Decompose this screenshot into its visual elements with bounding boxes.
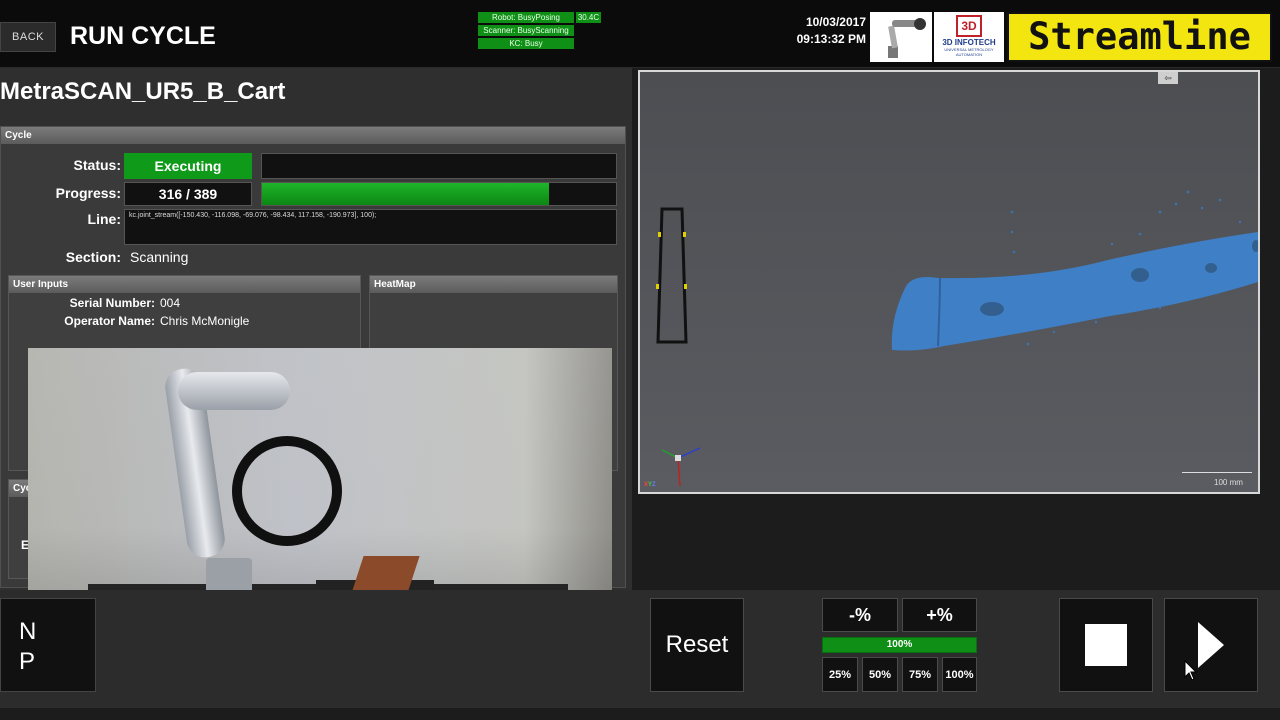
point-cloud-svg xyxy=(656,190,1258,487)
temperature-badge: 30.4C xyxy=(576,12,601,23)
date-text: 10/03/2017 xyxy=(805,15,866,29)
status-label: Status: xyxy=(73,157,121,173)
scan-viewer-frame: ⇦ XYZ 100 mm xyxy=(638,70,1260,494)
kc-status: KC: Busy xyxy=(478,38,574,49)
datetime: 10/03/2017 09:13:32 PM xyxy=(780,14,866,48)
play-button[interactable] xyxy=(1164,598,1258,692)
back-button[interactable]: BACK xyxy=(0,22,56,52)
left-action-button[interactable]: N P xyxy=(0,598,96,692)
serial-number-label: Serial Number: xyxy=(69,296,155,310)
speed-preset-50-button[interactable]: 50% xyxy=(862,657,898,692)
video-robot-upper-arm xyxy=(178,372,290,410)
infotech-logo-mark: 3D xyxy=(956,15,982,37)
speed-increase-button[interactable]: +% xyxy=(902,598,977,632)
line-label: Line: xyxy=(87,211,121,227)
left-action-label-line-1: N xyxy=(19,618,37,645)
operator-name-value: Chris McMonigle xyxy=(160,314,250,328)
play-icon xyxy=(1198,622,1224,668)
status-detail-field xyxy=(261,153,617,179)
robot-arm-icon xyxy=(888,18,926,58)
top-bar: BACK RUN CYCLE Robot: BusyPosing Scanner… xyxy=(0,0,1280,68)
serial-number-value: 004 xyxy=(160,296,181,310)
speed-preset-75-button[interactable]: 75% xyxy=(902,657,938,692)
axis-triad-icon xyxy=(661,447,701,487)
video-scanner xyxy=(232,436,342,546)
infotech-logo: 3D 3D INFOTECH UNIVERSAL METROLOGY AUTOM… xyxy=(934,12,1004,62)
configuration-title: MetraSCAN_UR5_B_Cart xyxy=(0,78,286,105)
stop-button[interactable] xyxy=(1059,598,1153,692)
scan-viewer[interactable]: ⇦ XYZ 100 mm xyxy=(640,72,1258,492)
time-text: 09:13:32 PM xyxy=(796,32,866,46)
cycle-panel-header: Cycle xyxy=(1,127,625,144)
heatmap-header: HeatMap xyxy=(370,276,617,293)
infotech-logo-name: 3D INFOTECH xyxy=(942,38,996,47)
reset-button[interactable]: Reset xyxy=(650,598,744,692)
streamline-logo: Streamline xyxy=(1007,12,1272,62)
left-action-label-line-2: P xyxy=(19,648,36,675)
operator-name-label: Operator Name: xyxy=(64,314,155,328)
page-title: RUN CYCLE xyxy=(70,22,216,50)
current-line-field: kc.joint_stream([-150.430, -116.098, -69… xyxy=(124,209,617,245)
axis-label: XYZ xyxy=(644,482,656,488)
progress-bar xyxy=(261,182,617,206)
section-label: Section: xyxy=(65,249,121,265)
progress-label: Progress: xyxy=(55,185,121,201)
speed-indicator: 100% xyxy=(822,637,977,653)
scale-bar xyxy=(1182,472,1252,473)
speed-decrease-button[interactable]: -% xyxy=(822,598,898,632)
status-value: Executing xyxy=(124,153,252,179)
mouse-cursor-icon xyxy=(1184,660,1198,681)
left-action-label: N P xyxy=(19,617,36,677)
section-value: Scanning xyxy=(130,249,189,265)
progress-count: 316 / 389 xyxy=(124,182,252,206)
robot-status: Robot: BusyPosing xyxy=(478,12,574,23)
scanned-part xyxy=(891,232,1258,351)
user-inputs-header: User Inputs xyxy=(9,276,360,293)
progress-bar-fill xyxy=(262,183,550,205)
infotech-logo-tagline: UNIVERSAL METROLOGY AUTOMATION xyxy=(944,47,994,57)
scan-target-outline xyxy=(656,207,688,344)
axis-z-letter: Z xyxy=(652,482,656,488)
stop-icon xyxy=(1085,624,1127,666)
speed-preset-25-button[interactable]: 25% xyxy=(822,657,858,692)
scale-label: 100 mm xyxy=(1214,478,1243,487)
status-stack: Robot: BusyPosing Scanner: BusyScanning … xyxy=(478,12,574,51)
robot-logo xyxy=(870,12,932,62)
speed-preset-100-button[interactable]: 100% xyxy=(942,657,977,692)
scanner-status: Scanner: BusyScanning xyxy=(478,25,574,36)
